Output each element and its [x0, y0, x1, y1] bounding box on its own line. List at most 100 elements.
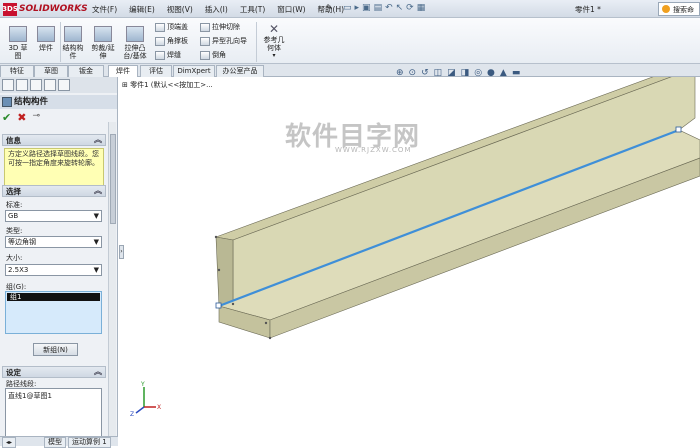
structural-member-icon	[2, 97, 12, 107]
ds-brand-icon: 3DS	[2, 2, 18, 16]
structural-member-button[interactable]: 结构构件	[62, 26, 84, 60]
search-input[interactable]: 搜索命	[658, 2, 700, 16]
tab-sheet-metal[interactable]: 钣金	[68, 65, 104, 77]
scrollbar-thumb[interactable]	[110, 134, 116, 224]
display-style-icon[interactable]: ◨	[461, 68, 470, 78]
dimxpert-manager-tab-icon[interactable]	[44, 79, 56, 91]
view-settings-icon[interactable]: ▬	[512, 68, 521, 78]
menu-file[interactable]: 文件(F)	[86, 3, 123, 16]
end-cap-icon	[155, 22, 165, 32]
settings-group-header[interactable]: 设定 ︽	[2, 366, 106, 378]
configuration-manager-tab-icon[interactable]	[30, 79, 42, 91]
chamfer-button[interactable]: 倒角	[200, 50, 226, 60]
extruded-cut-button[interactable]: 拉伸切除	[200, 22, 240, 32]
menu-window[interactable]: 窗口(W)	[271, 3, 311, 16]
scene-icon[interactable]: ▲	[500, 68, 507, 78]
gusset-icon	[155, 36, 165, 46]
trim-extend-button[interactable]: 剪裁/延伸	[90, 26, 116, 60]
options-icon[interactable]: ▦	[417, 3, 426, 13]
end-cap-label: 顶端盖	[167, 23, 188, 31]
info-group-header[interactable]: 信息 ︽	[2, 134, 106, 146]
weld-bead-button[interactable]: 焊缝	[155, 50, 181, 60]
property-manager-tab-icon[interactable]	[16, 79, 28, 91]
appearance-icon[interactable]: ●	[487, 68, 495, 78]
weldment-button[interactable]: 焊件	[36, 26, 56, 52]
vertex-dot	[217, 268, 221, 272]
3d-sketch-button[interactable]: 3D 草图	[6, 26, 30, 60]
tab-motion-study[interactable]: 运动算例 1	[68, 437, 111, 448]
triad-z-label: Z	[130, 411, 134, 417]
display-manager-tab-icon[interactable]	[58, 79, 70, 91]
print-icon[interactable]: ▤	[374, 3, 383, 13]
reference-geometry-button[interactable]: ✕ 参考几何体 ▾	[262, 22, 286, 60]
menu-edit[interactable]: 编辑(E)	[123, 3, 161, 16]
tab-dimxpert[interactable]: DimXpert	[173, 65, 215, 77]
cancel-x-icon[interactable]: ✖	[17, 111, 26, 124]
zoom-to-fit-icon[interactable]: ⊕	[396, 68, 404, 78]
panel-scrollbar[interactable]	[108, 122, 116, 437]
feature-tree-tab-icon[interactable]	[2, 79, 14, 91]
undo-icon[interactable]: ↶	[385, 3, 393, 13]
menu-tools[interactable]: 工具(T)	[234, 3, 271, 16]
new-group-button[interactable]: 新组(N)	[33, 343, 78, 356]
section-view-icon[interactable]: ◫	[434, 68, 443, 78]
menu-view[interactable]: 视图(V)	[161, 3, 199, 16]
search-icon	[662, 5, 670, 13]
new-icon[interactable]: ▭	[343, 3, 352, 13]
extruded-boss-button[interactable]: 拉伸凸台/基体	[120, 26, 150, 60]
tab-evaluate[interactable]: 评估	[140, 65, 172, 77]
scroll-arrows-icon[interactable]: ◂▸	[2, 437, 17, 448]
hole-wizard-label: 异型孔向导	[212, 37, 247, 45]
panel-tab-strip	[0, 77, 117, 93]
ok-check-icon[interactable]: ✔	[2, 111, 11, 124]
tab-office-products[interactable]: 办公室产品	[216, 65, 264, 77]
tab-model[interactable]: 模型	[44, 437, 66, 448]
extruded-cut-icon	[200, 22, 210, 32]
extruded-boss-label: 拉伸凸台/基体	[123, 44, 147, 60]
structural-member-label: 结构构件	[62, 44, 84, 60]
collapse-chevron-icon: ︽	[94, 367, 102, 376]
tab-features[interactable]: 特征	[0, 65, 34, 77]
part-icon: ⊞	[122, 81, 131, 89]
solidworks-logo[interactable]: 3DS SOLIDWORKS	[2, 2, 88, 16]
property-manager-header: 结构构件	[0, 95, 117, 109]
select-icon[interactable]: ↖	[396, 3, 404, 13]
size-select[interactable]: 2.5X3 ▼	[5, 264, 102, 276]
group-list[interactable]: 组1	[5, 291, 102, 334]
extruded-boss-icon	[126, 26, 144, 42]
end-cap-button[interactable]: 顶端盖	[155, 22, 188, 32]
type-select[interactable]: 等边角钢 ▼	[5, 236, 102, 248]
standard-value: GB	[8, 212, 19, 220]
chamfer-icon	[200, 50, 210, 60]
path-segments-list[interactable]: 直线1@草图1	[5, 388, 102, 438]
keep-visible-pin-icon[interactable]: ⊸	[32, 111, 40, 124]
previous-view-icon[interactable]: ↺	[421, 68, 429, 78]
rebuild-icon[interactable]: ⟳	[406, 3, 414, 13]
pin-menu-icon[interactable]: ✎	[326, 3, 333, 12]
hide-show-icon[interactable]: ◎	[474, 68, 482, 78]
triad-axes-icon: Y X Z	[130, 381, 161, 418]
quick-access-toolbar: ▭ ▸ ▣ ▤ ↶ ↖ ⟳ ▦	[343, 3, 425, 13]
line-endpoint-handle[interactable]	[215, 302, 222, 309]
line-endpoint-handle[interactable]	[675, 126, 682, 133]
tab-sketch[interactable]: 草图	[34, 65, 68, 77]
standard-select[interactable]: GB ▼	[5, 210, 102, 222]
menu-insert[interactable]: 插入(I)	[199, 3, 234, 16]
hole-wizard-button[interactable]: 异型孔向导	[200, 36, 247, 46]
zoom-area-icon[interactable]: ⊙	[409, 68, 417, 78]
selection-group-header[interactable]: 选择 ︽	[2, 185, 106, 197]
weld-bead-label: 焊缝	[167, 51, 181, 59]
open-icon[interactable]: ▸	[355, 3, 360, 13]
vertex-dot	[231, 302, 235, 306]
path-segment-item[interactable]: 直线1@草图1	[8, 392, 52, 400]
tree-part-item[interactable]: 零件1 (默认<<按加工>...	[130, 81, 213, 89]
collapse-chevron-icon: ︽	[94, 186, 102, 195]
flyout-feature-tree[interactable]: ⊞ 零件1 (默认<<按加工>...	[122, 80, 213, 90]
gusset-button[interactable]: 角撑板	[155, 36, 188, 46]
chevron-down-icon: ▼	[93, 266, 99, 274]
info-header-label: 信息	[6, 136, 21, 145]
group-list-item[interactable]: 组1	[7, 293, 100, 301]
view-orientation-icon[interactable]: ◪	[447, 68, 456, 78]
heads-up-view-toolbar: ⊕ ⊙ ↺ ◫ ◪ ◨ ◎ ● ▲ ▬	[396, 68, 520, 78]
save-icon[interactable]: ▣	[362, 3, 371, 13]
